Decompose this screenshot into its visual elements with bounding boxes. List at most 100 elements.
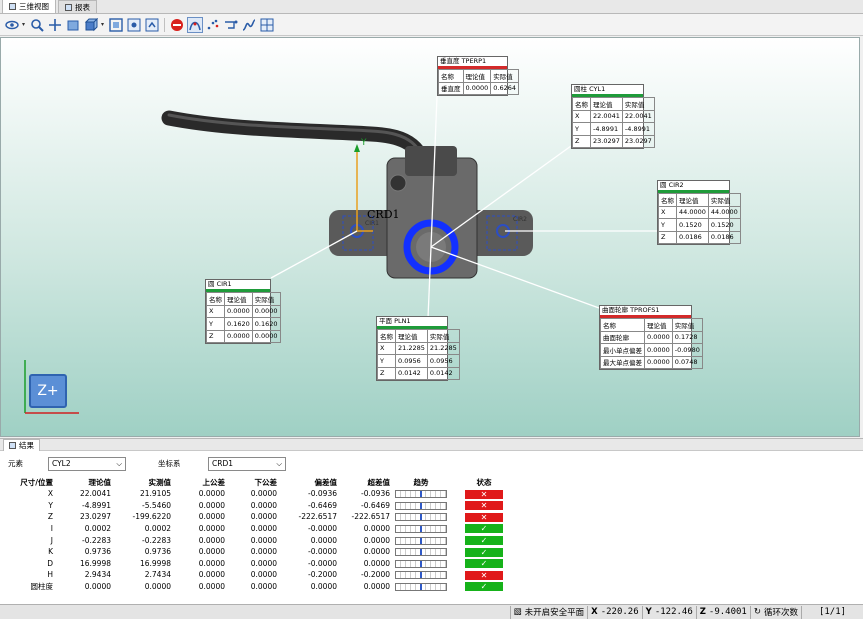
table-row[interactable]: H 2.9434 2.7434 0.0000 0.0000 -0.2000 -0.2000 ✕ (5, 569, 520, 581)
stop-icon[interactable] (169, 17, 185, 33)
fit-icon[interactable] (108, 17, 124, 33)
coord-select[interactable]: CRD1 ⌵ (208, 456, 286, 471)
annotation-cir1[interactable]: 圆 CIR1 名称 理论值 实际值 X 0.0000 0.0000 Y 0.1620 0.1620… (205, 279, 281, 344)
tab-report[interactable]: 报表 (58, 0, 97, 13)
pan-icon[interactable] (47, 17, 63, 33)
annotation-cir2[interactable]: 圆 CIR2 名称 理论值 实际值 X 44.0000 44.0000 Y 0.1520 0.15… (657, 180, 741, 245)
view-save-icon[interactable] (126, 17, 142, 33)
cell-nominal: -4.8991 (82, 500, 111, 510)
cell-out: -0.6469 (361, 500, 390, 510)
annotation-title: 平面 PLN1 (379, 317, 411, 325)
cell-status: ✓ (452, 546, 520, 558)
loop-value-cell: [1/1] (801, 605, 863, 619)
col-header: 理论值 (88, 478, 112, 487)
annotation-cell: -4.8991 (590, 122, 623, 136)
zoom-icon[interactable] (29, 17, 45, 33)
col-header: 尺寸/位置 (20, 478, 53, 487)
x-readout: X -220.26 (587, 605, 642, 619)
annotation-row: Y 0.0956 0.0956 (377, 354, 460, 368)
rotate-icon[interactable] (65, 17, 81, 33)
table-row[interactable]: I 0.0002 0.0002 0.0000 0.0000 -0.0000 0.0000 ✓ (5, 523, 520, 535)
check-icon: ✓ (465, 582, 503, 592)
safe-plane-status[interactable]: ▧ 未开启安全平面 (509, 605, 588, 619)
annotation-cell: 22.0041 (590, 109, 623, 123)
cell-trend (394, 488, 452, 500)
view-orientation-badge[interactable]: Z+ (29, 374, 67, 408)
chevron-down-icon[interactable]: ▾ (22, 21, 27, 28)
curve-icon[interactable] (241, 17, 257, 33)
element-select[interactable]: CYL2 ⌵ (48, 456, 126, 471)
annotation-table: 名称 理论值 实际值 曲面轮廓 0.0000 0.1728 最小单点偏差 0.0000 -0.0… (600, 318, 703, 369)
cell-status: ✓ (452, 581, 520, 593)
annotation-cyl1[interactable]: 圆柱 CYL1 名称 理论值 实际值 X 22.0041 22.0041 Y -4.8991 -4… (571, 84, 655, 149)
annotation-col-header: 名称 (572, 97, 591, 111)
annotation-row: 最小单点偏差 0.0000 -0.0980 (600, 343, 703, 357)
tab-3d-view[interactable]: 三维视图 (2, 0, 56, 13)
cell-upper: 0.0000 (198, 489, 225, 499)
annotation-cell: -4.8991 (621, 122, 655, 136)
cir1-label: CIR1 (365, 220, 379, 227)
cell-measured: -0.2283 (142, 535, 171, 545)
y-value: -122.46 (654, 607, 693, 617)
trend-gauge (395, 501, 447, 510)
cell-lower: 0.0000 (250, 535, 277, 545)
annotation-cell: X (206, 304, 225, 318)
eye-icon[interactable] (4, 17, 20, 33)
tab-results[interactable]: 结果 (3, 439, 40, 451)
grid-icon[interactable] (259, 17, 275, 33)
table-row[interactable]: J -0.2283 -0.2283 0.0000 0.0000 0.0000 0.0000 ✓ (5, 534, 520, 546)
cell-dev: 0.0000 (310, 535, 337, 545)
col-header: 上公差 (202, 478, 226, 487)
annotation-cell: 0.0186 (707, 230, 741, 244)
cell-out: -0.2000 (361, 570, 390, 580)
annotation-tprofs1[interactable]: 曲面轮廓 TPROFS1 名称 理论值 实际值 曲面轮廓 0.0000 0.1728 最小单点… (599, 305, 703, 370)
y-readout: Y -122.46 (641, 605, 696, 619)
annotation-col-header: 名称 (600, 318, 645, 332)
element-value: CYL2 (52, 459, 71, 468)
cell-status: ✕ (452, 488, 520, 500)
table-row[interactable]: X 22.0041 21.9105 0.0000 0.0000 -0.0936 -0.093… (5, 488, 520, 500)
3d-viewport[interactable]: CRD1 CIR1 CIR2 Y 垂直度 TPERP1 名称 理论值 实际值 垂直度 0.… (0, 37, 860, 437)
table-row[interactable]: Y -4.8991 -5.5460 0.0000 0.0000 -0.6469 -0.646… (5, 500, 520, 512)
chevron-down-icon[interactable]: ▾ (101, 21, 106, 28)
cell-measured: 0.9736 (144, 547, 171, 557)
annotation-pln1[interactable]: 平面 PLN1 名称 理论值 实际值 X 21.2285 21.2285 Y 0.0956 0.0… (376, 316, 460, 381)
annotation-row: Y 0.1620 0.1620 (206, 317, 281, 331)
table-row[interactable]: 圆柱度 0.0000 0.0000 0.0000 0.0000 0.0000 0.0000 ✓ (5, 581, 520, 593)
annotation-header-row: 名称 理论值 实际值 (377, 329, 460, 343)
annotation-row: 曲面轮廓 0.0000 0.1728 (600, 330, 703, 344)
annotation-col-header: 理论值 (644, 318, 673, 332)
cell-upper: 0.0000 (198, 500, 225, 510)
table-row[interactable]: Z 23.0297 -199.6220 0.0000 0.0000 -222.6517 -2… (5, 511, 520, 523)
annotation-col-header: 理论值 (395, 329, 428, 343)
table-row[interactable]: D 16.9998 16.9998 0.0000 0.0000 -0.0000 0.0000… (5, 558, 520, 570)
probe-icon[interactable] (187, 16, 203, 33)
cell-nominal: 22.0041 (79, 489, 111, 499)
cir2-label: CIR2 (513, 216, 527, 223)
annotation-cell: 最小单点偏差 (600, 343, 645, 357)
annotation-col-header: 理论值 (676, 193, 709, 207)
trend-gauge (395, 548, 447, 557)
view-cube-icon[interactable] (83, 17, 99, 33)
annotation-col-header: 实际值 (671, 318, 703, 332)
annotation-row: X 21.2285 21.2285 (377, 341, 460, 355)
annotation-header-row: 名称 理论值 实际值 (206, 292, 281, 306)
path-icon[interactable] (223, 17, 239, 33)
col-header: 实测值 (148, 478, 172, 487)
annotation-row: 垂直度 0.0000 0.6264 (438, 81, 519, 95)
cell-nominal: 16.9998 (79, 558, 111, 568)
cell-nominal: 0.0002 (84, 524, 111, 534)
table-row[interactable]: K 0.9736 0.9736 0.0000 0.0000 -0.0000 0.0000 ✓ (5, 546, 520, 558)
check-icon: ✓ (465, 535, 503, 545)
annotation-cell: 0.0000 (224, 329, 253, 343)
cell-status: ✕ (452, 511, 520, 523)
cell-status: ✓ (452, 558, 520, 570)
cell-measured: 21.9105 (139, 489, 171, 499)
annotation-tperp1[interactable]: 垂直度 TPERP1 名称 理论值 实际值 垂直度 0.0000 0.6264 (437, 56, 519, 96)
view-load-icon[interactable] (144, 17, 160, 33)
annotation-cell: Z (572, 134, 591, 148)
cell-dev: -0.6469 (308, 500, 337, 510)
cross-icon: ✕ (465, 570, 503, 580)
annotation-cell: Y (206, 317, 225, 331)
scatter-icon[interactable] (205, 17, 221, 33)
